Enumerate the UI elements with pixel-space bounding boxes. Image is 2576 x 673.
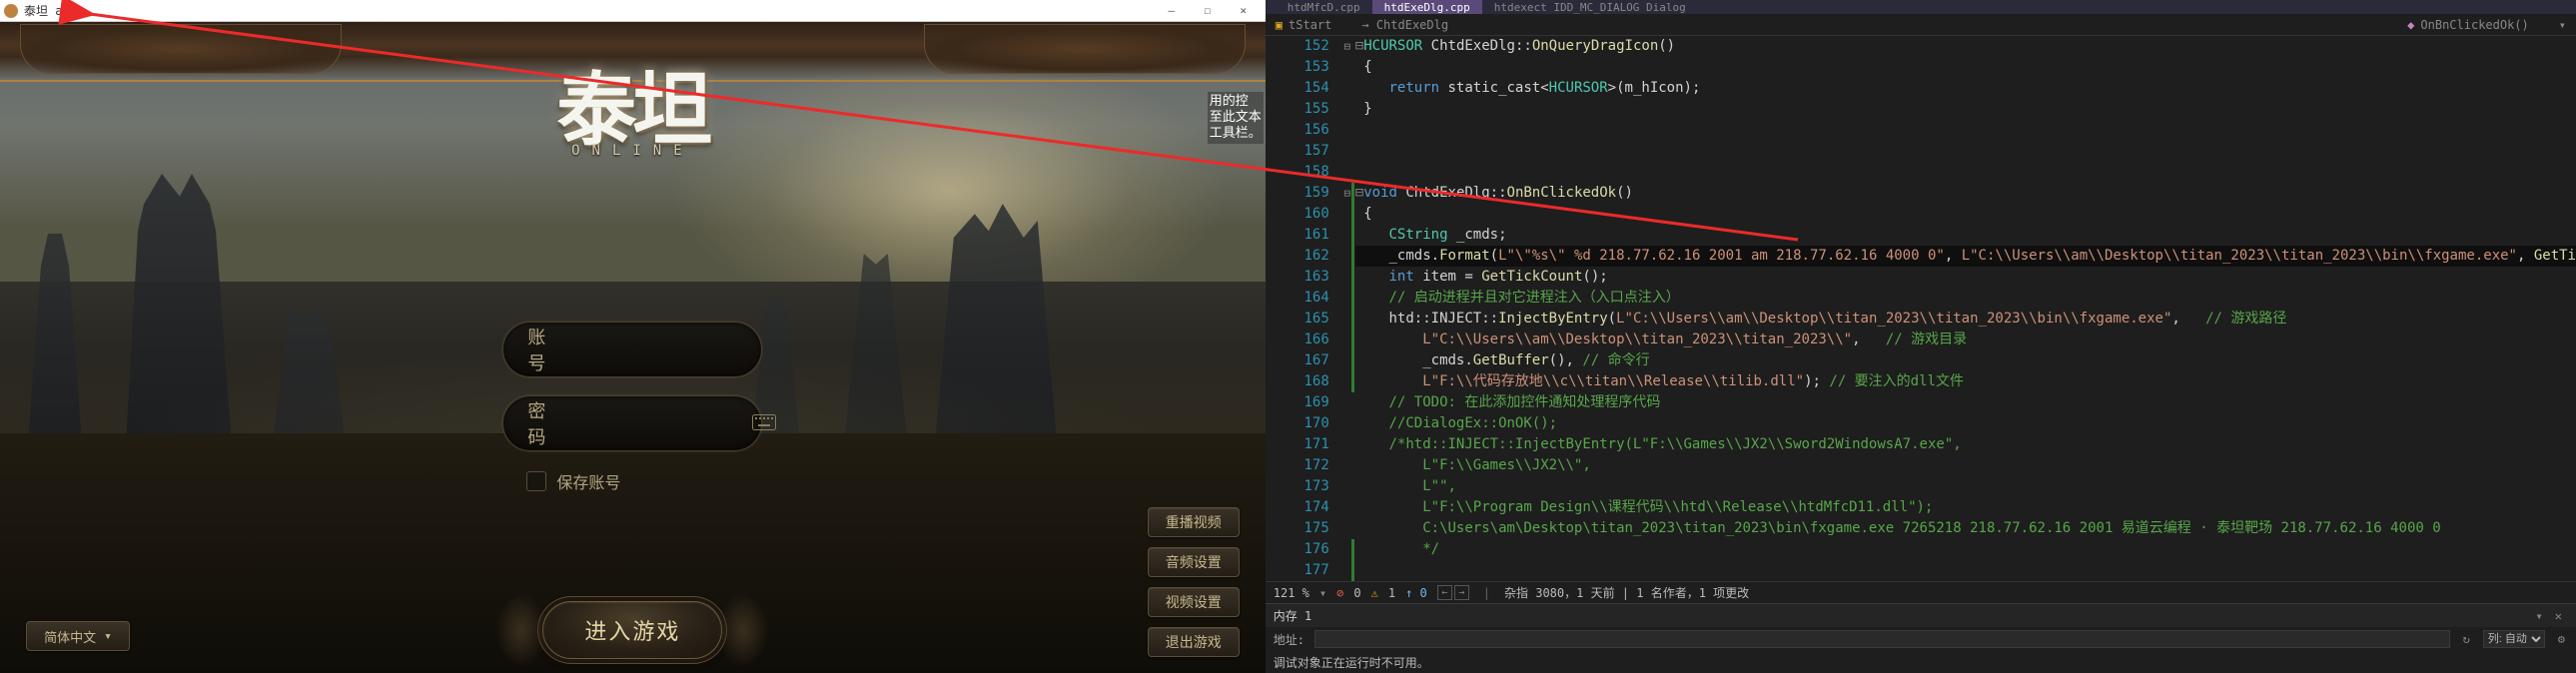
save-account-checkbox[interactable] <box>526 471 546 491</box>
error-icon[interactable]: ⊘ <box>1336 586 1343 600</box>
chevron-down-icon: ▾ <box>104 629 112 644</box>
zoom-dropdown-icon[interactable]: ▾ <box>1319 586 1326 600</box>
password-input[interactable] <box>545 414 752 432</box>
zoom-level[interactable]: 121 % <box>1274 586 1309 600</box>
password-row: 密码 <box>502 395 762 451</box>
caret-info: 杂指 3080，1 天前 | 1 名作者，1 项更改 <box>1504 584 1749 601</box>
right-button-stack: 重播视频 音频设置 视频设置 退出游戏 <box>1148 507 1240 657</box>
code-area[interactable]: 1521531541551561571581591601611621631641… <box>1266 36 2576 581</box>
logo-text: 泰坦 <box>556 75 708 147</box>
breadcrumb-function[interactable]: ◆OnBnClickedOk() <box>2407 18 2529 32</box>
nav-arrows[interactable]: ←→ <box>1437 585 1469 600</box>
memory-panel-header: 内存 1 ▾ ✕ <box>1266 603 2576 627</box>
close-button[interactable]: ✕ <box>1226 1 1262 21</box>
memory-address-row: 地址: ↻ 列: 自动 ⚙ <box>1266 627 2576 651</box>
language-label: 简体中文 <box>44 627 96 646</box>
warning-icon[interactable]: ⚠ <box>1371 586 1378 600</box>
window-title: 泰坦 am <box>24 2 70 19</box>
tab-inactive[interactable]: htdMfcD.cpp <box>1276 0 1372 14</box>
logo-subtitle: ONLINE <box>571 143 694 159</box>
memory-panel-title: 内存 1 <box>1274 607 1311 624</box>
enter-game-label: 进入游戏 <box>584 614 680 646</box>
panel-close-icon[interactable]: ✕ <box>2549 609 2568 623</box>
enter-game-button[interactable]: 进入游戏 <box>542 601 722 659</box>
language-select[interactable]: 简体中文 ▾ <box>26 621 130 651</box>
password-label: 密码 <box>527 397 545 449</box>
cube-icon: ▣ <box>1276 18 1283 32</box>
hover-tooltip: 用的控 至此文本 工具栏。 <box>1208 92 1264 144</box>
tab-trail[interactable]: htdexect IDD_MC_DIALOG Dialog <box>1482 0 1698 14</box>
memory-message-row: 调试对象正在运行时不可用。 <box>1266 651 2576 673</box>
game-body: 泰坦 ONLINE 账号 密码 保存账号 重播视频 音频设置 视 <box>0 22 1266 673</box>
exit-game-button[interactable]: 退出游戏 <box>1148 627 1240 657</box>
breadcrumb-project[interactable]: ▣tStart <box>1276 18 1332 32</box>
save-account-row: 保存账号 <box>502 469 762 493</box>
warn-count: 1 <box>1388 586 1395 600</box>
panel-dropdown-icon[interactable]: ▾ <box>2530 609 2549 623</box>
line-number-gutter: 1521531541551561571581591601611621631641… <box>1266 36 1339 581</box>
address-input[interactable] <box>1314 630 2450 648</box>
tab-active[interactable]: htdExeDlg.cpp <box>1372 0 1482 14</box>
memory-message: 调试对象正在运行时不可用。 <box>1274 654 1429 671</box>
address-label: 地址: <box>1274 631 1304 648</box>
info-count: ↑ 0 <box>1405 586 1427 600</box>
account-row: 账号 <box>502 322 762 377</box>
breadcrumb: ▣tStart → ChtdExeDlg ◆OnBnClickedOk() ▾ <box>1266 14 2576 36</box>
login-panel: 账号 密码 保存账号 <box>502 322 762 493</box>
audio-settings-button[interactable]: 音频设置 <box>1148 547 1240 577</box>
columns-select[interactable]: 列: 自动 <box>2483 630 2545 648</box>
editor-statusbar: 121 % ▾ ⊘0 ⚠1 ↑ 0 ←→ | 杂指 3080，1 天前 | 1 … <box>1266 581 2576 603</box>
account-input[interactable] <box>545 340 752 358</box>
error-count: 0 <box>1353 586 1360 600</box>
breadcrumb-dropdown-icon[interactable]: ▾ <box>2559 18 2566 32</box>
editor-tabs: htdMfcD.cpp htdExeDlg.cpp htdexect IDD_M… <box>1266 0 2576 14</box>
settings-icon[interactable]: ⚙ <box>2555 632 2568 646</box>
video-settings-button[interactable]: 视频设置 <box>1148 587 1240 617</box>
code-editor: htdMfcD.cpp htdExeDlg.cpp htdexect IDD_M… <box>1266 0 2576 673</box>
breadcrumb-class[interactable]: → ChtdExeDlg <box>1361 18 1448 32</box>
code-lines[interactable]: ⊟HCURSOR ChtdExeDlg::OnQueryDragIcon() {… <box>1355 36 2576 581</box>
minimize-button[interactable]: — <box>1154 1 1190 21</box>
method-icon: ◆ <box>2407 18 2414 32</box>
replay-video-button[interactable]: 重播视频 <box>1148 507 1240 537</box>
maximize-button[interactable]: ☐ <box>1190 1 1226 21</box>
window-titlebar: 泰坦 am — ☐ ✕ <box>0 0 1266 22</box>
game-window: 泰坦 am — ☐ ✕ 泰坦 ONLINE 账号 密码 <box>0 0 1266 673</box>
game-logo: 泰坦 ONLINE <box>512 52 752 182</box>
keyboard-icon[interactable] <box>752 414 776 432</box>
account-label: 账号 <box>527 324 545 375</box>
app-icon <box>4 4 18 18</box>
save-account-label: 保存账号 <box>556 469 620 493</box>
refresh-icon[interactable]: ↻ <box>2460 632 2473 646</box>
